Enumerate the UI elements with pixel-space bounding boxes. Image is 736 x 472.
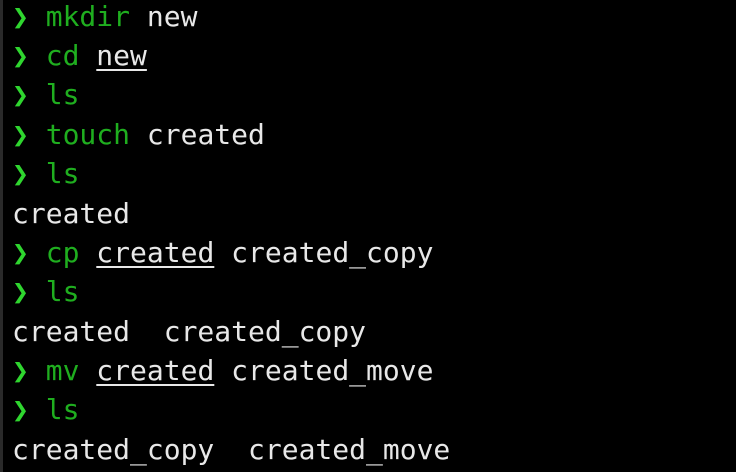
command-arg-path: new xyxy=(96,39,147,72)
command-name: ls xyxy=(45,393,80,426)
command-name: ls xyxy=(45,157,80,190)
command-name: ls xyxy=(45,78,80,111)
command-name: cp xyxy=(45,236,80,269)
command-arg: created xyxy=(146,118,265,151)
terminal-output: created created_copy xyxy=(12,315,367,348)
command-arg-path: created xyxy=(96,354,215,387)
command-arg: created_move xyxy=(231,354,434,387)
command-name: ls xyxy=(45,275,80,308)
terminal-line-mv: ❯ mv created created_move xyxy=(12,351,433,391)
command-arg: new xyxy=(146,0,198,33)
command-name: cd xyxy=(45,39,80,72)
prompt-icon: ❯ xyxy=(12,236,29,269)
prompt-icon: ❯ xyxy=(12,118,29,151)
prompt-icon: ❯ xyxy=(12,354,29,387)
terminal-line-ls: ❯ ls xyxy=(12,272,79,312)
terminal-line-ls: ❯ ls xyxy=(12,154,79,194)
terminal-output: created xyxy=(12,197,131,230)
terminal-line-cp: ❯ cp created created_copy xyxy=(12,233,433,273)
command-name: touch xyxy=(45,118,131,151)
prompt-icon: ❯ xyxy=(12,0,29,33)
command-arg: created_copy xyxy=(231,236,434,269)
prompt-icon: ❯ xyxy=(12,39,29,72)
prompt-icon: ❯ xyxy=(12,393,29,426)
prompt-icon: ❯ xyxy=(12,157,29,190)
terminal-line-ls: ❯ ls xyxy=(12,75,79,115)
terminal-line-ls: ❯ ls xyxy=(12,390,79,430)
prompt-icon: ❯ xyxy=(12,78,29,111)
command-name: mkdir xyxy=(45,0,131,33)
terminal-line-cd: ❯ cd new xyxy=(12,36,147,76)
command-arg-path: created xyxy=(96,236,215,269)
terminal-line-touch: ❯ touch created xyxy=(12,115,265,155)
terminal-window[interactable]: ❯ mkdir new ❯ cd new ❯ ls ❯ touch create… xyxy=(0,0,736,472)
command-name: mv xyxy=(45,354,80,387)
prompt-icon: ❯ xyxy=(12,275,29,308)
terminal-line-mkdir: ❯ mkdir new xyxy=(12,0,197,37)
terminal-output: created_copy created_move xyxy=(12,433,451,466)
